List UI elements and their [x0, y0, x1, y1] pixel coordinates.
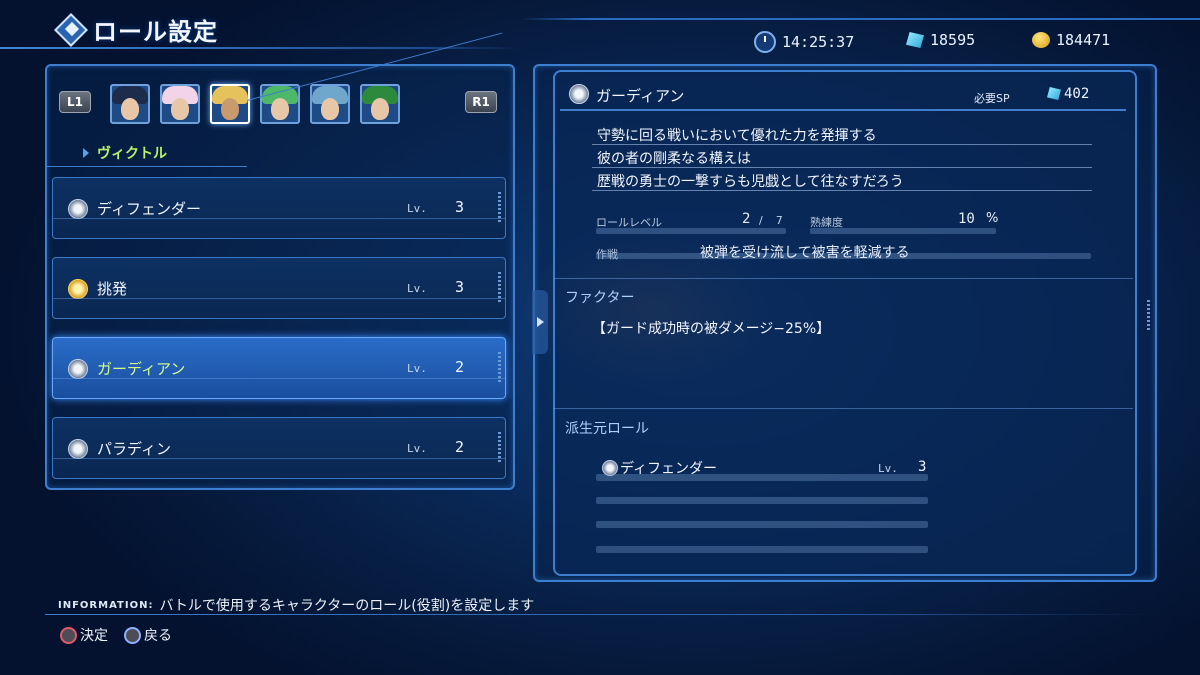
- clock-icon: [754, 31, 776, 53]
- l1-button[interactable]: L1: [59, 91, 91, 113]
- level-label: Lv.: [407, 442, 427, 455]
- character-portrait[interactable]: [310, 84, 350, 124]
- description-line: 歴戦の勇士の一撃すらも児戯として往なすだろう: [597, 174, 904, 190]
- derived-level-value: 3: [918, 459, 927, 475]
- gold-value: 184471: [1056, 31, 1111, 49]
- character-name: ヴィクトル: [83, 143, 167, 163]
- scroll-marker: [498, 352, 501, 382]
- factor-title: ファクター: [565, 290, 635, 306]
- arrow-right-icon: [532, 290, 548, 354]
- crystal-value: 18595: [930, 31, 976, 49]
- description-line: 守勢に回る戦いにおいて優れた力を発揮する: [597, 128, 877, 144]
- level-label: Lv.: [407, 282, 427, 295]
- character-portrait[interactable]: [360, 84, 400, 124]
- factor-text: 【ガード成功時の被ダメージ−25%】: [592, 321, 831, 337]
- crystal-icon: [906, 32, 924, 48]
- role-name: 挑発: [97, 280, 128, 298]
- button-guide: 決定 戻る: [60, 625, 172, 645]
- role-level-max: 7: [776, 214, 783, 227]
- shield-icon: [569, 84, 589, 104]
- triangle-marker-icon: [83, 148, 89, 158]
- level-label: Lv.: [407, 202, 427, 215]
- header-rule: [520, 18, 1200, 20]
- time-value: 14:25:37: [782, 33, 855, 51]
- diamond-logo-icon: [55, 14, 85, 44]
- role-item-guardian[interactable]: ガーディアン Lv. 2: [52, 337, 506, 399]
- derived-role-slot: [596, 474, 928, 481]
- shield-icon: [68, 439, 88, 459]
- proficiency-value: 10: [958, 211, 975, 227]
- description-line: 彼の者の剛柔なる構えは: [597, 151, 751, 167]
- shield-icon: [68, 359, 88, 379]
- sp-value: 402: [1064, 86, 1090, 102]
- character-portrait-selected[interactable]: [210, 84, 250, 124]
- role-level-separator: /: [759, 214, 763, 227]
- character-portrait[interactable]: [160, 84, 200, 124]
- character-name-text: ヴィクトル: [97, 146, 167, 162]
- crystal-count: 18595: [906, 31, 975, 49]
- information-bar: INFORMATION: バトルで使用するキャラクターのロール(役割)を設定しま…: [58, 595, 534, 615]
- information-label: INFORMATION:: [58, 599, 154, 611]
- derived-title: 派生元ロール: [565, 421, 649, 437]
- role-name: パラディン: [97, 440, 171, 458]
- character-portrait[interactable]: [110, 84, 150, 124]
- scroll-marker: [1147, 300, 1150, 330]
- confirm-label[interactable]: 決定: [80, 625, 108, 645]
- screen-title: ロール設定: [55, 12, 218, 46]
- cross-badge-icon: [68, 279, 88, 299]
- detail-title: ガーディアン: [596, 87, 685, 105]
- information-text: バトルで使用するキャラクターのロール(役割)を設定します: [159, 598, 535, 614]
- gold-count: 184471: [1032, 31, 1110, 49]
- derived-role-slot: [596, 546, 928, 553]
- page-title: ロール設定: [93, 17, 218, 46]
- level-value: 3: [455, 198, 465, 216]
- divider: [47, 166, 247, 167]
- tactic-value: 被弾を受け流して被害を軽減する: [700, 245, 910, 261]
- level-label: Lv.: [407, 362, 427, 375]
- play-time: 14:25:37: [754, 31, 854, 53]
- coin-icon: [1032, 32, 1050, 48]
- level-value: 2: [455, 438, 465, 456]
- scroll-marker: [498, 432, 501, 462]
- shield-icon: [68, 199, 88, 219]
- role-item-paladin[interactable]: パラディン Lv. 2: [52, 417, 506, 479]
- proficiency-unit: %: [986, 211, 999, 226]
- derived-role-slot: [596, 497, 928, 504]
- role-name: ディフェンダー: [97, 200, 201, 218]
- scroll-marker: [498, 272, 501, 302]
- divider: [45, 614, 1155, 615]
- level-value: 3: [455, 278, 465, 296]
- sp-label: 必要SP: [974, 92, 1010, 105]
- cross-button-icon: [124, 626, 141, 644]
- role-level-value: 2: [742, 211, 751, 227]
- role-item-defender[interactable]: ディフェンダー Lv. 3: [52, 177, 506, 239]
- back-label[interactable]: 戻る: [144, 625, 172, 645]
- role-name: ガーディアン: [97, 360, 186, 378]
- scroll-marker: [498, 192, 501, 222]
- divider: [560, 109, 1126, 111]
- role-item-provoke[interactable]: 挑発 Lv. 3: [52, 257, 506, 319]
- derived-role-slot: [596, 521, 928, 528]
- circle-button-icon: [60, 626, 77, 644]
- level-value: 2: [455, 358, 465, 376]
- r1-button[interactable]: R1: [465, 91, 497, 113]
